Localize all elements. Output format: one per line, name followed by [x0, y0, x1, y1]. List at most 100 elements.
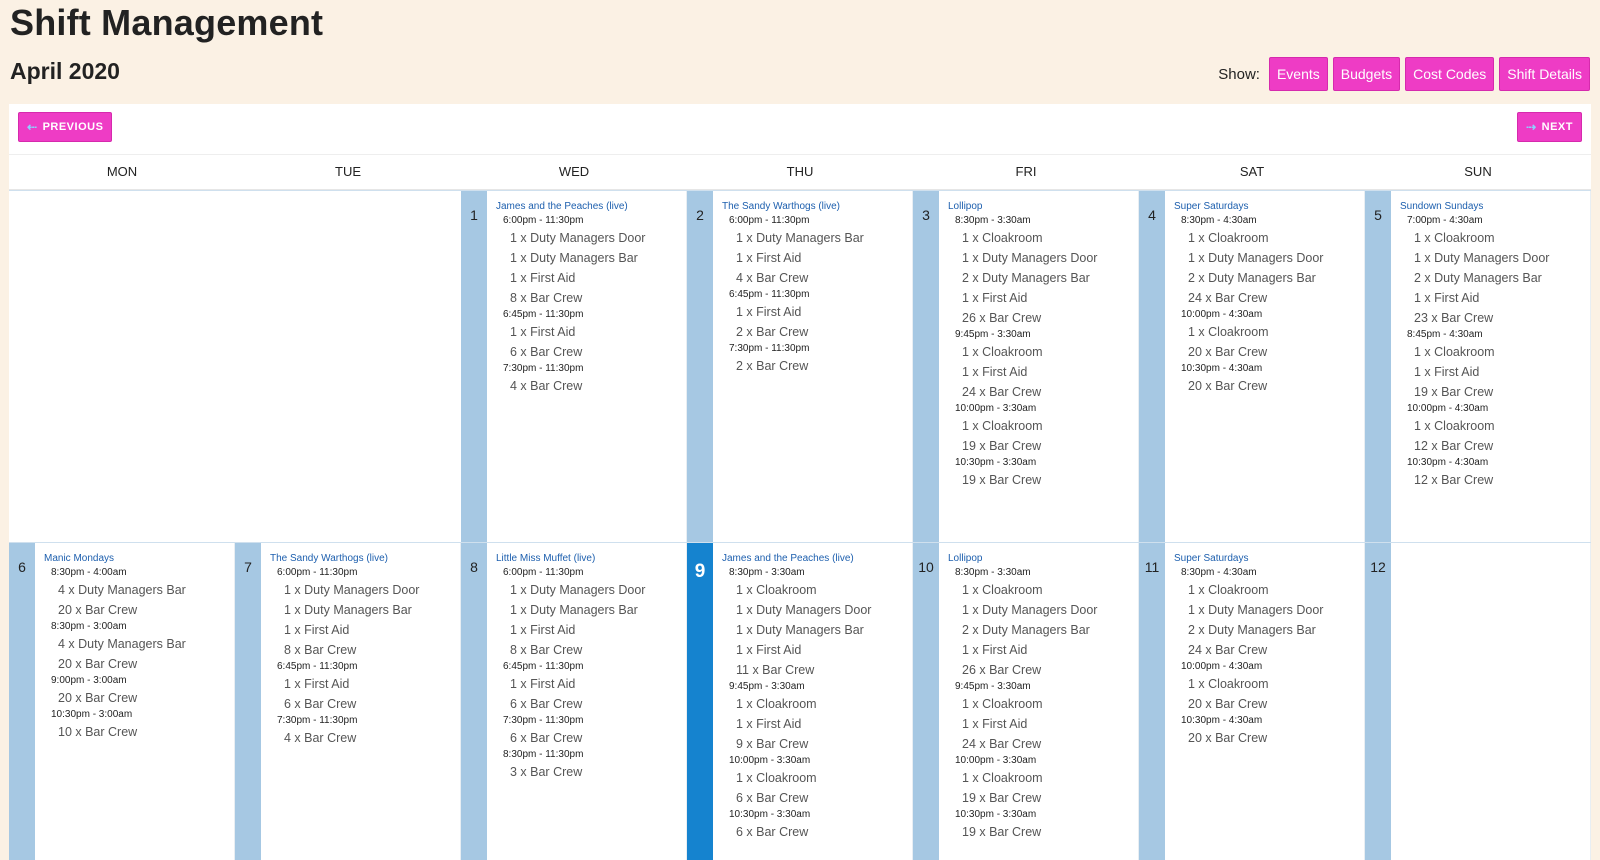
day-number[interactable]: 2	[687, 191, 713, 542]
shift-role: 1 x First Aid	[284, 677, 350, 691]
shift-role: 8 x Bar Crew	[284, 643, 357, 657]
day-cell: 9 James and the Peaches (live) 8:30pm - 3:…	[687, 543, 913, 860]
day-shifts: Lollipop 8:30pm - 3:30am 1 x Cloakroom 1 x …	[939, 543, 1139, 860]
shift-time: 10:00pm - 4:30am	[1181, 309, 1263, 320]
shift-role: 1 x Duty Managers Door	[736, 603, 872, 617]
previous-button[interactable]: ⇠ PREVIOUS	[18, 112, 113, 142]
shift-role: 1 x Cloakroom	[736, 771, 817, 785]
shift-role: 1 x Duty Managers Door	[510, 583, 646, 597]
shift-time: 8:30pm - 4:30am	[1181, 567, 1257, 578]
event-link[interactable]: Lollipop	[948, 552, 1138, 566]
shift-role: 1 x First Aid	[1414, 365, 1480, 379]
shift-role: 23 x Bar Crew	[1414, 311, 1494, 325]
shift-role: 1 x First Aid	[510, 271, 576, 285]
shift-role: 20 x Bar Crew	[1188, 731, 1268, 745]
shift-role: 1 x Cloakroom	[962, 231, 1043, 245]
shift-time: 8:30pm - 3:30am	[729, 567, 805, 578]
shift-role: 2 x Duty Managers Bar	[1188, 623, 1316, 637]
shift-time: 9:00pm - 3:00am	[51, 675, 127, 686]
shift-role: 19 x Bar Crew	[962, 825, 1042, 839]
day-number[interactable]: 1	[461, 191, 487, 542]
shift-role: 4 x Duty Managers Bar	[58, 637, 186, 651]
day-shifts: Super Saturdays 8:30pm - 4:30am 1 x Cloakr…	[1165, 543, 1365, 860]
shift-role: 1 x First Aid	[510, 677, 576, 691]
day-number[interactable]: 6	[9, 543, 35, 860]
event-link[interactable]: Manic Mondays	[44, 552, 234, 566]
shift-time: 9:45pm - 3:30am	[729, 681, 805, 692]
shift-role: 4 x Duty Managers Bar	[58, 583, 186, 597]
shift-role: 24 x Bar Crew	[1188, 643, 1268, 657]
day-number[interactable]: 3	[913, 191, 939, 542]
event-link[interactable]: Lollipop	[948, 200, 1138, 214]
event-link[interactable]: The Sandy Warthogs (live)	[722, 200, 912, 214]
weekday-header: MON TUE WED THU FRI SAT SUN	[9, 155, 1591, 190]
shift-role: 19 x Bar Crew	[962, 791, 1042, 805]
show-shift-details-button[interactable]: Shift Details	[1499, 57, 1590, 91]
day-shifts: Sundown Sundays 7:00pm - 4:30am 1 x Cloakr…	[1391, 191, 1591, 542]
day-shifts: Manic Mondays 8:30pm - 4:00am 4 x Duty Man…	[35, 543, 235, 860]
shift-role: 1 x Duty Managers Bar	[736, 231, 864, 245]
shift-time: 6:00pm - 11:30pm	[503, 567, 584, 578]
shift-role: 3 x Bar Crew	[510, 765, 583, 779]
event-link[interactable]: James and the Peaches (live)	[496, 200, 686, 214]
arrow-right-icon: ⇢	[1526, 120, 1537, 134]
day-number[interactable]: 11	[1139, 543, 1165, 860]
day-number[interactable]: 8	[461, 543, 487, 860]
shift-role: 6 x Bar Crew	[510, 345, 583, 359]
shift-role: 6 x Bar Crew	[510, 697, 583, 711]
day-shifts: Super Saturdays 8:30pm - 4:30am 1 x Cloakr…	[1165, 191, 1365, 542]
day-cell: 1 James and the Peaches (live) 6:00pm - 11…	[461, 191, 687, 542]
empty-day-cell	[9, 191, 235, 542]
shift-time: 7:30pm - 11:30pm	[277, 715, 358, 726]
shift-time: 10:30pm - 4:30am	[1407, 457, 1489, 468]
shift-role: 1 x Cloakroom	[962, 419, 1043, 433]
shift-time: 10:00pm - 4:30am	[1407, 403, 1489, 414]
calendar-nav: ⇠ PREVIOUS ⇢ NEXT	[9, 104, 1591, 155]
event-link[interactable]: Super Saturdays	[1174, 552, 1364, 566]
event-link[interactable]: Little Miss Muffet (live)	[496, 552, 686, 566]
day-shifts: James and the Peaches (live) 6:00pm - 11:…	[487, 191, 687, 542]
show-budgets-button[interactable]: Budgets	[1332, 57, 1401, 91]
event-link[interactable]: James and the Peaches (live)	[722, 552, 912, 566]
day-shifts: The Sandy Warthogs (live) 6:00pm - 11:30p…	[713, 191, 913, 542]
day-number[interactable]: 9	[687, 543, 713, 860]
shift-role: 1 x Duty Managers Door	[1188, 603, 1324, 617]
event-link[interactable]: Sundown Sundays	[1400, 200, 1590, 214]
shift-role: 2 x Bar Crew	[736, 359, 809, 373]
shift-time: 10:30pm - 3:30am	[955, 809, 1037, 820]
shift-role: 26 x Bar Crew	[962, 663, 1042, 677]
shift-role: 8 x Bar Crew	[510, 643, 583, 657]
shift-time: 8:30pm - 11:30pm	[503, 749, 584, 760]
shift-role: 19 x Bar Crew	[962, 473, 1042, 487]
day-number[interactable]: 10	[913, 543, 939, 860]
show-filter-bar: Show: Events Budgets Cost Codes Shift De…	[1218, 57, 1590, 91]
shift-role: 1 x First Aid	[736, 717, 802, 731]
day-number[interactable]: 12	[1365, 543, 1391, 860]
shift-time: 10:00pm - 4:30am	[1181, 661, 1263, 672]
calendar-week: 1 James and the Peaches (live) 6:00pm - 11…	[9, 190, 1591, 542]
shift-role: 6 x Bar Crew	[510, 731, 583, 745]
event-link[interactable]: Super Saturdays	[1174, 200, 1364, 214]
shift-role: 1 x First Aid	[736, 251, 802, 265]
shift-role: 2 x Duty Managers Bar	[962, 623, 1090, 637]
shift-time: 6:45pm - 11:30pm	[277, 661, 358, 672]
calendar-weeks: 1 James and the Peaches (live) 6:00pm - 11…	[9, 190, 1591, 860]
day-number[interactable]: 5	[1365, 191, 1391, 542]
show-cost-codes-button[interactable]: Cost Codes	[1405, 57, 1495, 91]
next-button[interactable]: ⇢ NEXT	[1517, 112, 1582, 142]
show-events-button[interactable]: Events	[1268, 57, 1328, 91]
weekday-wed: WED	[558, 164, 590, 179]
shift-time: 10:00pm - 3:30am	[955, 755, 1037, 766]
shift-role: 1 x Duty Managers Door	[962, 251, 1098, 265]
day-number[interactable]: 4	[1139, 191, 1165, 542]
day-number[interactable]: 7	[235, 543, 261, 860]
day-cell: 8 Little Miss Muffet (live) 6:00pm - 11:30…	[461, 543, 687, 860]
shift-time: 7:30pm - 11:30pm	[503, 363, 584, 374]
shift-role: 2 x Duty Managers Bar	[1414, 271, 1542, 285]
event-link[interactable]: The Sandy Warthogs (live)	[270, 552, 460, 566]
show-label: Show:	[1218, 65, 1260, 83]
shift-role: 1 x Duty Managers Bar	[510, 603, 638, 617]
shift-time: 6:45pm - 11:30pm	[503, 309, 584, 320]
day-cell: 12	[1365, 543, 1591, 860]
weekday-fri: FRI	[1015, 164, 1037, 179]
